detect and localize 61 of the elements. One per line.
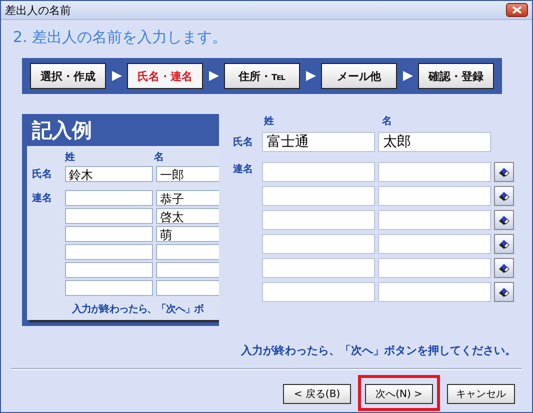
given-name-field[interactable]: [378, 210, 491, 230]
eraser-icon: [498, 262, 510, 274]
eraser-icon: [498, 166, 510, 178]
window-title: 差出人の名前: [5, 2, 71, 18]
example-field: 萌: [156, 226, 219, 242]
example-field: [156, 280, 219, 296]
arrow-icon: [110, 70, 122, 82]
step-tab[interactable]: 住所・℡: [224, 63, 300, 89]
family-name-field[interactable]: [262, 282, 375, 302]
step-tab[interactable]: 選択・作成: [30, 63, 106, 89]
clear-button[interactable]: [494, 210, 514, 230]
given-name-field[interactable]: [378, 186, 491, 206]
step-tab[interactable]: 氏名・連名: [127, 63, 203, 89]
row-label: 連名: [32, 192, 53, 205]
dialog-button[interactable]: 次へ(N) >: [365, 384, 433, 404]
clear-button[interactable]: [494, 282, 514, 302]
step-tab[interactable]: 確認・登録: [418, 63, 494, 89]
given-name-field[interactable]: 太郎: [378, 132, 491, 152]
step-tab[interactable]: メール他: [321, 63, 397, 89]
step-heading: 2. 差出人の名前を入力します。: [13, 28, 228, 48]
clear-button[interactable]: [494, 162, 514, 182]
column-label: 姓: [264, 114, 275, 128]
dialog-button[interactable]: < 戻る(B): [283, 384, 351, 404]
dialog-button[interactable]: キャンセル: [447, 384, 515, 404]
row-label: 氏名: [233, 136, 254, 149]
example-field: 啓太: [156, 208, 219, 224]
family-name-field[interactable]: [262, 258, 375, 278]
column-label: 姓: [65, 150, 76, 164]
column-label: 名: [154, 150, 165, 164]
close-button[interactable]: [506, 3, 528, 17]
clear-button[interactable]: [494, 258, 514, 278]
instruction-text: 入力が終わったら、「次へ」ボタンを押してください。: [241, 343, 516, 358]
eraser-icon: [498, 238, 510, 250]
given-name-field[interactable]: [378, 258, 491, 278]
example-field: 鈴木: [65, 166, 153, 182]
example-note: 入力が終わったら、「次へ」ボ: [72, 302, 204, 316]
eraser-icon: [498, 190, 510, 202]
given-name-field[interactable]: [378, 234, 491, 254]
row-label: 連名: [233, 162, 254, 176]
example-field: [156, 244, 219, 260]
clear-button[interactable]: [494, 234, 514, 254]
family-name-field[interactable]: [262, 186, 375, 206]
row-label: 氏名: [32, 168, 53, 181]
eraser-icon: [498, 214, 510, 226]
close-icon: [512, 6, 522, 14]
family-name-field[interactable]: [262, 210, 375, 230]
arrow-icon: [208, 70, 220, 82]
example-field: [156, 262, 219, 278]
given-name-field[interactable]: [378, 282, 491, 302]
example-field: 一郎: [156, 166, 219, 182]
arrow-icon: [402, 70, 414, 82]
eraser-icon: [498, 286, 510, 298]
example-title: 記入例: [30, 116, 93, 144]
column-label: 名: [382, 114, 393, 128]
family-name-field[interactable]: [262, 162, 375, 182]
family-name-field[interactable]: 富士通: [262, 132, 375, 152]
clear-button[interactable]: [494, 186, 514, 206]
arrow-icon: [304, 70, 316, 82]
family-name-field[interactable]: [262, 234, 375, 254]
example-field: 恭子: [156, 190, 219, 206]
given-name-field[interactable]: [378, 162, 491, 182]
